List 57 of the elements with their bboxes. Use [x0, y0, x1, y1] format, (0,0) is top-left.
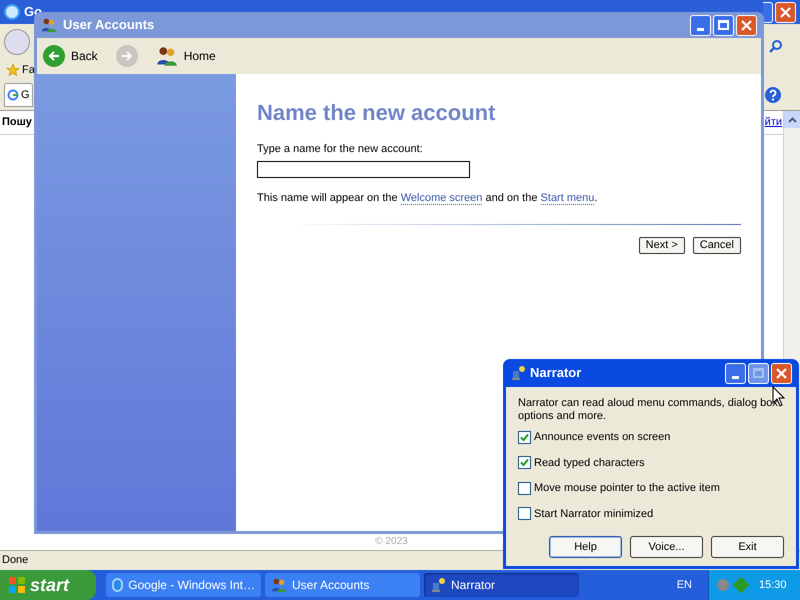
star-icon — [6, 63, 20, 77]
option-label: Start Narrator minimized — [534, 506, 654, 522]
note-text: This name will appear on the Welcome screen and on the Start menu. — [257, 190, 598, 206]
help-icon[interactable] — [764, 86, 782, 104]
page-heading: Name the new account — [257, 99, 496, 127]
taskbar-button[interactable]: Narrator — [424, 573, 579, 597]
checkbox[interactable] — [518, 456, 531, 470]
status-text: Done — [2, 553, 28, 568]
start-button[interactable]: start — [0, 570, 96, 600]
restore-button[interactable] — [763, 2, 773, 22]
home-button[interactable]: Home — [156, 45, 228, 67]
close-icon — [776, 368, 787, 378]
window-title: Narrator — [530, 364, 582, 382]
start-menu-link[interactable]: Start menu — [540, 192, 594, 204]
exit-button[interactable]: Exit — [711, 536, 784, 558]
browser-tab[interactable]: G — [4, 83, 33, 107]
windows-logo-icon — [8, 576, 26, 594]
close-icon — [741, 20, 752, 30]
scroll-up-button[interactable] — [784, 111, 800, 128]
checkbox[interactable] — [518, 482, 531, 495]
users-icon — [41, 17, 57, 33]
users-icon — [156, 45, 178, 67]
favorites-label[interactable]: Fa — [22, 62, 35, 78]
language-indicator[interactable]: EN — [676, 576, 692, 594]
voice-button[interactable]: Voice... — [630, 536, 703, 558]
search-icon[interactable] — [768, 39, 784, 55]
clock: 15:30 — [759, 578, 787, 593]
taskbar-button[interactable]: User Accounts — [265, 573, 420, 597]
copyright-text: © 2023 — [375, 535, 408, 549]
account-name-input[interactable] — [257, 160, 470, 178]
checkbox[interactable] — [518, 507, 531, 520]
option-label: Read typed characters — [534, 456, 645, 470]
option-label: Announce events on screen — [534, 430, 670, 445]
minimize-button[interactable] — [725, 362, 746, 384]
option-label: Move mouse pointer to the active item — [534, 481, 720, 496]
description-text: Narrator can read aloud menu commands, dialog box options and more. — [518, 397, 779, 423]
cancel-button[interactable]: Cancel — [692, 237, 741, 254]
search-link[interactable]: йти — [764, 114, 782, 131]
close-button[interactable] — [775, 2, 796, 22]
back-button[interactable]: Back — [43, 45, 110, 67]
caret-up-icon — [788, 116, 796, 122]
taskbar-button[interactable]: Google - Windows Int… — [106, 573, 261, 597]
checkbox[interactable] — [518, 430, 531, 444]
close-button[interactable] — [771, 362, 792, 384]
g-logo-icon — [7, 89, 19, 101]
help-button[interactable]: Help — [549, 536, 622, 558]
close-button[interactable] — [736, 14, 757, 36]
maximize-button[interactable] — [748, 362, 769, 384]
welcome-screen-link[interactable]: Welcome screen — [400, 192, 482, 204]
close-icon — [780, 6, 791, 18]
field-label: Type a name for the new account: — [257, 142, 424, 157]
search-text: Пошу — [2, 115, 32, 130]
users-icon — [271, 577, 287, 593]
next-button[interactable]: Next > — [638, 237, 685, 254]
maximize-button[interactable] — [713, 14, 734, 36]
minimize-button[interactable] — [690, 14, 711, 36]
window-title: User Accounts — [63, 16, 154, 34]
